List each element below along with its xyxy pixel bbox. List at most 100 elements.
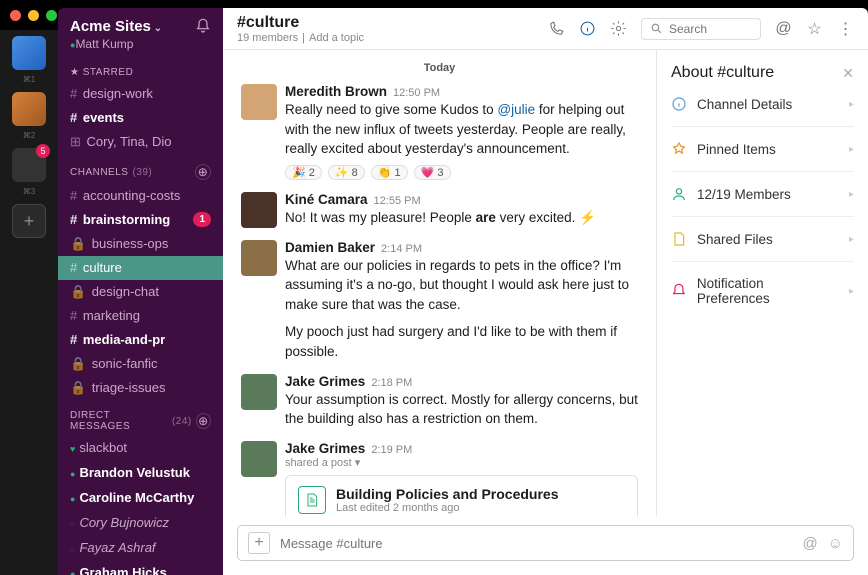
settings-icon[interactable] <box>610 20 627 37</box>
details-row[interactable]: 12/19 Members ▸ <box>671 172 854 217</box>
message: Meredith Brown12:50 PMReally need to giv… <box>241 78 638 186</box>
dm-item[interactable]: ●Brandon Velustuk <box>58 461 223 486</box>
details-label: Pinned Items <box>697 142 776 157</box>
close-window[interactable] <box>10 10 21 21</box>
channel-item[interactable]: # accounting-costs <box>58 184 223 208</box>
avatar[interactable] <box>241 441 277 477</box>
reaction[interactable]: ✨ 8 <box>328 165 365 180</box>
channels-header[interactable]: CHANNELS(39) ⊕ <box>58 154 223 184</box>
shared-post[interactable]: Building Policies and ProceduresLast edi… <box>285 475 638 517</box>
message-time: 12:50 PM <box>393 87 440 99</box>
search-input[interactable] <box>669 22 749 36</box>
reaction[interactable]: 🎉 2 <box>285 165 322 180</box>
maximize-window[interactable] <box>46 10 57 21</box>
call-icon[interactable] <box>548 20 565 37</box>
add-dm-icon[interactable]: ⊕ <box>196 413 211 429</box>
starred-header[interactable]: ★ STARRED <box>58 57 223 82</box>
workspace-3[interactable]: 5⌘3 <box>12 148 46 182</box>
avatar[interactable] <box>241 374 277 410</box>
channel-item[interactable]: 🔒 sonic-fanfic <box>58 352 223 376</box>
star-icon[interactable]: ☆ <box>806 20 823 37</box>
mentions-icon[interactable]: @ <box>775 20 792 37</box>
more-icon[interactable]: ⋮ <box>837 20 854 37</box>
channel-item[interactable]: 🔒 design-chat <box>58 280 223 304</box>
chevron-right-icon: ▸ <box>849 144 854 155</box>
channel-title[interactable]: #culture <box>237 14 364 32</box>
dm-item[interactable]: ♥slackbot <box>58 436 223 461</box>
details-row[interactable]: Notification Preferences▸ <box>671 262 854 320</box>
message-input[interactable] <box>280 536 792 551</box>
message-author[interactable]: Damien Baker <box>285 240 375 255</box>
unread-badge: 5 <box>36 144 50 158</box>
message-author[interactable]: Meredith Brown <box>285 84 387 99</box>
channel-item[interactable]: # media-and-pr <box>58 328 223 352</box>
file-icon <box>671 231 687 247</box>
channel-item[interactable]: 🔒 business-ops <box>58 232 223 256</box>
message: Jake Grimes2:19 PMshared a post ▾Buildin… <box>241 435 638 517</box>
message-list: Today Meredith Brown12:50 PMReally need … <box>223 50 656 517</box>
reaction[interactable]: 👏 1 <box>371 165 408 180</box>
details-title: About #culture ✕ <box>671 64 854 82</box>
chevron-right-icon: ▸ <box>849 189 854 200</box>
message-composer: + @ ☺ <box>237 525 854 561</box>
channel-item[interactable]: # brainstorming1 <box>58 208 223 232</box>
starred-item[interactable]: # design-work <box>58 82 223 106</box>
channel-item[interactable]: # culture <box>58 256 223 280</box>
search-icon <box>650 22 663 35</box>
message-author[interactable]: Jake Grimes <box>285 374 365 389</box>
workspace-name[interactable]: Acme Sites <box>70 18 162 35</box>
chevron-right-icon: ▸ <box>849 234 854 245</box>
dms-header[interactable]: DIRECT MESSAGES(24) ⊕ <box>58 400 223 436</box>
workspace-1[interactable]: ⌘1 <box>12 36 46 70</box>
avatar[interactable] <box>241 84 277 120</box>
message: Damien Baker2:14 PMWhat are our policies… <box>241 234 638 368</box>
window-traffic-lights <box>10 10 57 21</box>
document-icon <box>298 486 326 514</box>
channel-details-panel: About #culture ✕ Channel Details▸Pinned … <box>656 50 868 517</box>
dm-item[interactable]: ●Graham Hicks <box>58 561 223 575</box>
details-row[interactable]: Channel Details▸ <box>671 82 854 127</box>
details-row[interactable]: Shared Files ▸ <box>671 217 854 262</box>
info-icon[interactable] <box>579 20 596 37</box>
add-topic[interactable]: Add a topic <box>309 32 364 44</box>
add-channel-icon[interactable]: ⊕ <box>195 164 211 180</box>
add-workspace[interactable]: + <box>12 204 46 238</box>
workspace-2[interactable]: ⌘2 <box>12 92 46 126</box>
message: Kiné Camara12:55 PMNo! It was my pleasur… <box>241 186 638 234</box>
chevron-right-icon: ▸ <box>849 286 854 297</box>
user-mention[interactable]: @julie <box>497 102 535 117</box>
message-time: 2:19 PM <box>371 444 412 456</box>
dm-item[interactable]: ○Fayaz Ashraf <box>58 536 223 561</box>
details-label: Shared Files <box>697 232 773 247</box>
message-author[interactable]: Kiné Camara <box>285 192 368 207</box>
emoji-icon[interactable]: ☺ <box>828 535 843 552</box>
dm-item[interactable]: ●Caroline McCarthy <box>58 486 223 511</box>
starred-item[interactable]: ⊞ Cory, Tina, Dio <box>58 130 223 154</box>
bell-icon <box>671 283 687 299</box>
members-icon <box>671 186 687 202</box>
pin-icon <box>671 141 687 157</box>
reaction[interactable]: 💗 3 <box>414 165 451 180</box>
channel-subheader: 19 members|Add a topic <box>237 32 364 44</box>
message-time: 2:18 PM <box>371 377 412 389</box>
channel-item[interactable]: 🔒 triage-issues <box>58 376 223 400</box>
minimize-window[interactable] <box>28 10 39 21</box>
dm-item[interactable]: ○Cory Bujnowicz <box>58 511 223 536</box>
channel-header: #culture 19 members|Add a topic @ ☆ ⋮ <box>223 8 868 50</box>
channel-item[interactable]: # marketing <box>58 304 223 328</box>
message: Jake Grimes2:18 PMYour assumption is cor… <box>241 368 638 435</box>
starred-item[interactable]: # events <box>58 106 223 130</box>
avatar[interactable] <box>241 240 277 276</box>
message-time: 12:55 PM <box>374 195 421 207</box>
attach-icon[interactable]: + <box>248 532 270 554</box>
current-user[interactable]: Matt Kump <box>70 37 162 51</box>
search-box[interactable] <box>641 18 761 40</box>
details-row[interactable]: Pinned Items ▸ <box>671 127 854 172</box>
avatar[interactable] <box>241 192 277 228</box>
chevron-right-icon: ▸ <box>849 99 854 110</box>
close-icon[interactable]: ✕ <box>842 65 854 82</box>
details-label: 12/19 Members <box>697 187 791 202</box>
notifications-icon[interactable] <box>195 18 211 37</box>
message-author[interactable]: Jake Grimes <box>285 441 365 456</box>
mention-icon[interactable]: @ <box>802 535 817 552</box>
